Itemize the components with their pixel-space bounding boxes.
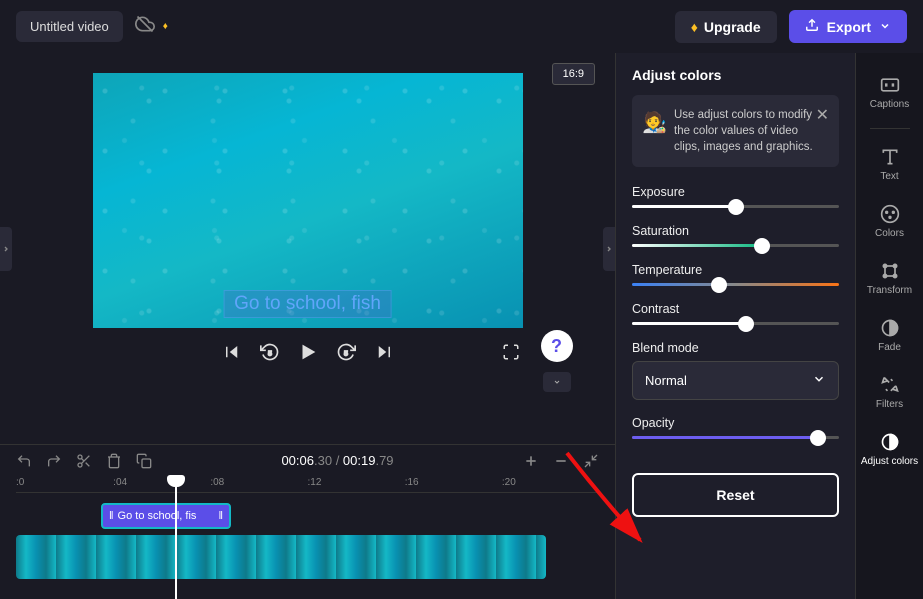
- sidebar-item-colors[interactable]: Colors: [856, 196, 923, 247]
- aspect-ratio-badge[interactable]: 16:9: [552, 63, 595, 85]
- temperature-slider[interactable]: [632, 283, 839, 286]
- right-sidebar: Captions Text Colors Transform Fade Filt…: [855, 53, 923, 599]
- redo-icon[interactable]: [46, 453, 62, 469]
- forward-5-icon[interactable]: 5: [334, 340, 358, 364]
- skip-back-icon[interactable]: [220, 340, 244, 364]
- sidebar-item-transform[interactable]: Transform: [856, 253, 923, 304]
- palette-icon: [880, 204, 900, 224]
- reset-button[interactable]: Reset: [632, 473, 839, 517]
- upgrade-button[interactable]: ♦ Upgrade: [675, 11, 777, 43]
- svg-text:5: 5: [344, 350, 348, 357]
- svg-text:5: 5: [268, 350, 272, 357]
- close-tip-icon[interactable]: ✕: [816, 105, 829, 127]
- blend-mode-label: Blend mode: [632, 341, 839, 355]
- transform-icon: [880, 261, 900, 281]
- filters-icon: [880, 375, 900, 395]
- sidebar-item-text[interactable]: Text: [856, 139, 923, 190]
- cut-icon[interactable]: [76, 453, 92, 469]
- play-icon[interactable]: [296, 340, 320, 364]
- video-clip[interactable]: [16, 535, 546, 579]
- panel-title: Adjust colors: [632, 67, 839, 83]
- rewind-5-icon[interactable]: 5: [258, 340, 282, 364]
- trash-icon[interactable]: [106, 453, 122, 469]
- clip-handle-icon: ‖: [218, 510, 223, 522]
- project-title[interactable]: Untitled video: [16, 11, 123, 42]
- fade-icon: [880, 318, 900, 338]
- undo-icon[interactable]: [16, 453, 32, 469]
- temperature-label: Temperature: [632, 263, 839, 277]
- zoom-out-icon[interactable]: [553, 453, 569, 469]
- sidebar-item-adjust-colors[interactable]: Adjust colors: [856, 424, 923, 475]
- painter-emoji-icon: 🧑‍🎨: [642, 109, 667, 137]
- saturation-label: Saturation: [632, 224, 839, 238]
- playhead[interactable]: [175, 477, 177, 599]
- opacity-slider[interactable]: [632, 436, 839, 439]
- blend-mode-select[interactable]: Normal: [632, 361, 839, 400]
- text-icon: [880, 147, 900, 167]
- captions-icon: [880, 75, 900, 95]
- export-label: Export: [827, 19, 871, 35]
- crown-icon: ♦: [691, 19, 698, 35]
- sidebar-item-fade[interactable]: Fade: [856, 310, 923, 361]
- adjust-colors-panel: Adjust colors 🧑‍🎨 Use adjust colors to m…: [615, 53, 855, 599]
- video-preview[interactable]: Go to school, fish: [93, 73, 523, 328]
- left-panel-toggle[interactable]: [0, 227, 12, 271]
- export-button[interactable]: Export: [789, 10, 907, 43]
- help-button[interactable]: ?: [541, 330, 573, 362]
- chevron-down-icon: [812, 372, 826, 389]
- duplicate-icon[interactable]: [136, 453, 152, 469]
- timeline[interactable]: :0:04:08:12:16:20 ‖ Go to school, fis ‖: [0, 477, 615, 599]
- chevron-down-icon: [879, 19, 891, 35]
- cloud-sync-icon[interactable]: [135, 14, 155, 39]
- skip-forward-icon[interactable]: [372, 340, 396, 364]
- contrast-label: Contrast: [632, 302, 839, 316]
- timeline-ruler[interactable]: :0:04:08:12:16:20: [16, 477, 599, 493]
- fit-timeline-icon[interactable]: [583, 453, 599, 469]
- contrast-slider[interactable]: [632, 322, 839, 325]
- adjust-colors-icon: [880, 432, 900, 452]
- caption-clip[interactable]: ‖ Go to school, fis ‖: [101, 503, 231, 529]
- right-panel-toggle[interactable]: [603, 227, 615, 271]
- zoom-in-icon[interactable]: [523, 453, 539, 469]
- captions-icon: ‖: [109, 510, 114, 522]
- upload-icon: [805, 18, 819, 35]
- sidebar-item-captions[interactable]: Captions: [856, 67, 923, 118]
- exposure-label: Exposure: [632, 185, 839, 199]
- collapse-preview-icon[interactable]: [543, 372, 571, 392]
- exposure-slider[interactable]: [632, 205, 839, 208]
- sidebar-item-filters[interactable]: Filters: [856, 367, 923, 418]
- premium-badge-icon: ♦: [163, 21, 168, 32]
- upgrade-label: Upgrade: [704, 19, 761, 35]
- opacity-label: Opacity: [632, 416, 839, 430]
- tip-box: 🧑‍🎨 Use adjust colors to modify the colo…: [632, 95, 839, 167]
- fullscreen-icon[interactable]: [499, 340, 523, 364]
- saturation-slider[interactable]: [632, 244, 839, 247]
- time-display: 00:06.30 / 00:19.79: [166, 453, 509, 469]
- caption-overlay[interactable]: Go to school, fish: [223, 290, 392, 318]
